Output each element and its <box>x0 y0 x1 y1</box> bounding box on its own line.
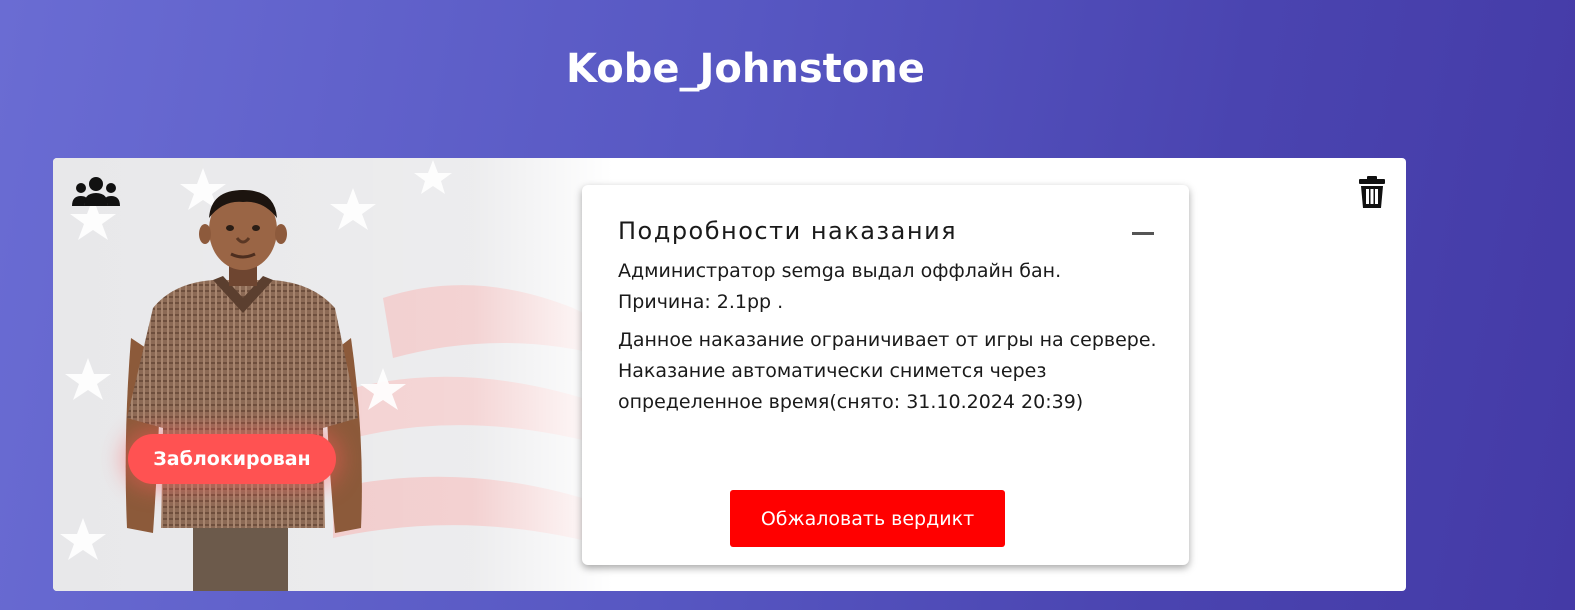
punishment-details-panel: Подробности наказания Администратор semg… <box>582 185 1189 565</box>
trash-icon[interactable] <box>1358 176 1386 208</box>
punishment-card: Заблокирован Подробности наказания Админ… <box>53 158 1406 591</box>
minus-icon <box>1132 232 1154 235</box>
reason-line: Причина: 2.1рр . <box>618 291 784 313</box>
details-title: Подробности наказания <box>618 217 958 245</box>
admin-line: Администратор semga выдал оффлайн бан. <box>618 260 1062 282</box>
player-skin-avatar <box>125 190 362 591</box>
status-badge: Заблокирован <box>128 434 336 484</box>
collapse-button[interactable] <box>1125 221 1161 247</box>
appeal-button[interactable]: Обжаловать вердикт <box>730 490 1005 547</box>
punishment-description: Данное наказание ограничивает от игры на… <box>618 329 1157 413</box>
player-name-title: Kobe_Johnstone <box>566 46 925 92</box>
